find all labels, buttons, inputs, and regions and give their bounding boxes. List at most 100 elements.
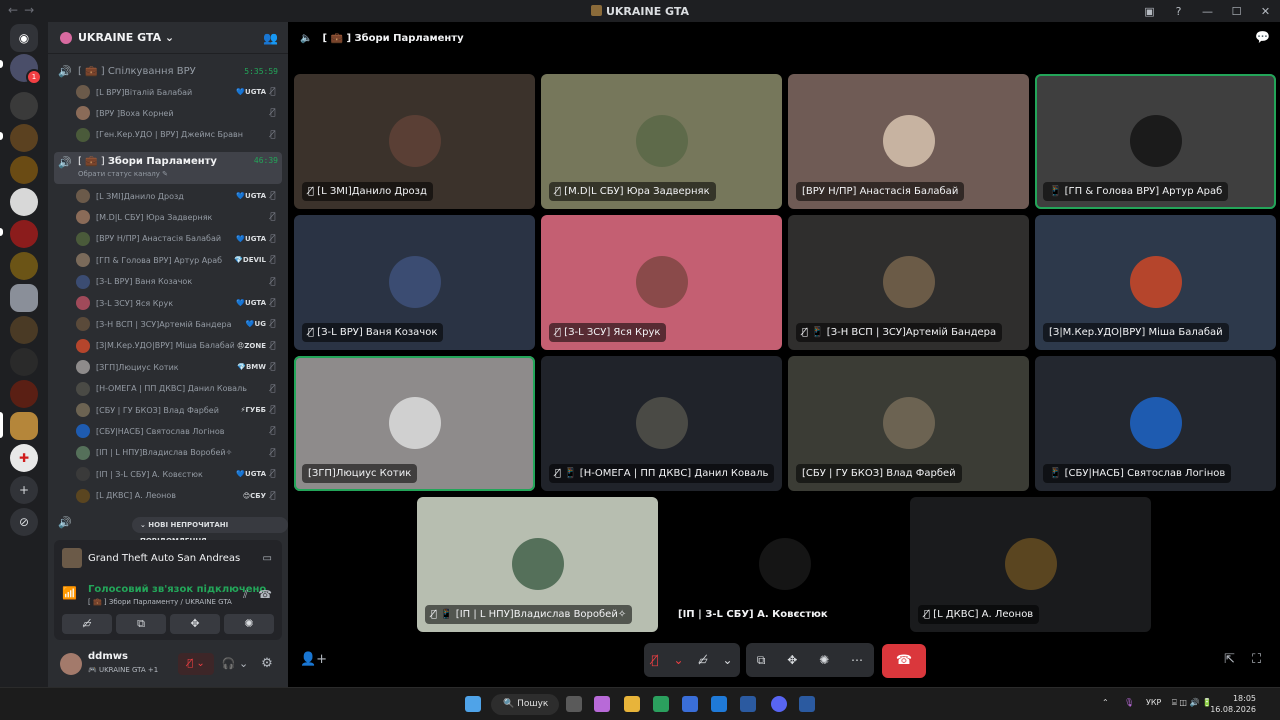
home-discord-icon[interactable]: ◉ [10, 24, 38, 52]
voice-channel-spilkuvannya[interactable]: 🔊 [ 💼 ] Спілкування ВРУ 5:35:59 [54, 61, 282, 81]
member-row[interactable]: [З|М.Кер.УДО|ВРУ] Міша Балабай 😠ZONE 🎙̸ [76, 336, 280, 356]
tray-mic-icon[interactable]: 🎙 [1124, 698, 1134, 707]
chat-bubble-icon[interactable]: 💬 [1255, 30, 1270, 44]
fullscreen-icon[interactable]: ⛶ [1252, 652, 1261, 667]
inbox-icon[interactable]: ▣ [1135, 5, 1164, 18]
server-icon[interactable] [10, 156, 38, 184]
participant-tile[interactable]: 🎙̸ [M.D|L СБУ] Юра Задверняк [541, 74, 782, 209]
member-row[interactable]: [ЗГП]Люциус Котик 💎BMW 🎙̸ [76, 357, 280, 377]
member-row[interactable]: [З-Н ВСП | ЗСУ]Артемій Бандера 💙UG 🎙̸ [76, 314, 280, 334]
discord-taskbar-icon[interactable] [771, 696, 787, 712]
server-icon[interactable] [10, 316, 38, 344]
member-row[interactable]: [ІП | L НПУ]Владислав Воробей✧ 🎙̸ [76, 443, 280, 463]
participant-tile[interactable]: 🎙̸ [L ЗМІ]Данило Дрозд [294, 74, 535, 209]
invite-user-icon[interactable]: 👤+ [300, 652, 327, 667]
user-name[interactable]: ddmws [88, 651, 128, 662]
server-icon[interactable] [10, 188, 38, 216]
close-button[interactable]: ✕ [1251, 5, 1280, 18]
tray-clock[interactable]: 18:05 16.08.2026 [1210, 693, 1256, 715]
participant-tile[interactable]: 🎙̸ 📱 [ІП | L НПУ]Владислав Воробей✧ [417, 497, 658, 632]
windows-start-icon[interactable] [465, 696, 481, 712]
taskbar-search[interactable]: 🔍 Пошук [491, 694, 559, 715]
help-icon[interactable]: ? [1164, 5, 1193, 18]
member-row[interactable]: [Н-ОМЕГА | ПП ДКВС] Данил Коваль 🎙̸ [76, 379, 280, 399]
server-icon[interactable]: ✚ [10, 444, 38, 472]
participant-tile[interactable]: [СБУ | ГУ БКОЗ] Влад Фарбей [788, 356, 1029, 491]
participant-tile[interactable]: 🎙̸ [З-L ЗСУ] Яся Крук [541, 215, 782, 350]
camera-off-button[interactable]: ▱̸ [62, 614, 112, 634]
member-row[interactable]: [ВРУ Н/ПР] Анастасія Балабай 💙UGTA 🎙̸ [76, 229, 280, 249]
popout-icon[interactable]: ⇱ [1224, 652, 1235, 667]
member-row[interactable]: [ВРУ ]Воха Корней 🎙̸ [76, 103, 280, 123]
settings-gear-icon[interactable]: ⚙ [256, 653, 278, 675]
participant-tile[interactable]: [З|М.Кер.УДО|ВРУ] Міша Балабай [1035, 215, 1276, 350]
participant-tile[interactable]: 📱 [ГП & Голова ВРУ] Артур Араб [1035, 74, 1276, 209]
app-icon[interactable] [799, 696, 815, 712]
maximize-button[interactable]: ☐ [1222, 5, 1251, 18]
copilot-icon[interactable] [594, 696, 610, 712]
voice-channel-zbory[interactable]: 🔊 [ 💼 ] Збори Парламенту 46:39 Обрати ст… [54, 152, 282, 184]
discover-compass-icon[interactable]: ⊘ [10, 508, 38, 536]
signal-icon[interactable]: 📶 [62, 586, 77, 600]
member-row[interactable]: [З-L ЗСУ] Яся Крук 💙UGTA 🎙̸ [76, 293, 280, 313]
member-row[interactable]: [L ВРУ]Віталій Балабай 💙UGTA 🎙̸ [76, 82, 280, 102]
voice-status[interactable]: Голосовий зв'язок підключено [88, 584, 266, 595]
headphones-button[interactable]: 🎧 ⌄ [220, 653, 250, 675]
noise-suppression-icon[interactable]: ⫽ [243, 588, 248, 602]
mic-muted-button[interactable]: 🎙̸ ⌄ [178, 653, 214, 675]
edge-icon[interactable] [653, 696, 669, 712]
activities-icon[interactable]: ✥ [787, 653, 797, 667]
guild-name[interactable]: UKRAINE GTA ⌄ [78, 31, 174, 44]
soundboard-icon[interactable]: ✺ [819, 653, 829, 667]
member-row[interactable]: [ГП & Голова ВРУ] Артур Араб 💎DEVIL 🎙̸ [76, 250, 280, 270]
more-options-icon[interactable]: ⋯ [851, 653, 863, 667]
member-row[interactable]: [З-L ВРУ] Ваня Козачок 🎙̸ [76, 272, 280, 292]
camera-toggle-button[interactable]: ▱̸ [698, 653, 707, 667]
member-row[interactable]: [ІП | З-L СБУ] А. Ковєстюк 💙UGTA 🎙̸ [76, 464, 280, 484]
member-row[interactable]: [M.D|L СБУ] Юра Задверняк 🎙̸ [76, 207, 280, 227]
activity-share-icon[interactable]: ▭ [263, 553, 272, 564]
server-icon[interactable] [10, 284, 38, 312]
participant-tile[interactable]: 🎙̸ 📱 [З-Н ВСП | ЗСУ]Артемій Бандера [788, 215, 1029, 350]
member-row[interactable]: [L ДКВС] А. Леонов 😊СБУ 🎙̸ [76, 486, 280, 506]
participant-tile[interactable]: [ЗГП]Люциус Котик [294, 356, 535, 491]
participant-tile[interactable]: 🎙̸ 📱 [Н-ОМЕГА | ПП ДКВС] Данил Коваль [541, 356, 782, 491]
invite-icon[interactable]: 👥 [263, 31, 278, 45]
server-icon[interactable] [10, 220, 38, 248]
channel-status-hint[interactable]: Обрати статус каналу ✎ [78, 170, 168, 178]
member-row[interactable]: [СБУ|НАСБ] Святослав Логінов 🎙̸ [76, 421, 280, 441]
task-view-icon[interactable] [566, 696, 582, 712]
leave-call-button[interactable]: ☎ [882, 644, 926, 678]
member-row[interactable]: [Ген.Кер.УДО | ВРУ] Джеймс Бравн 🎙̸ [76, 125, 280, 145]
app-icon[interactable] [740, 696, 756, 712]
tray-network-icon[interactable]: ⌸ ◫ 🔊 🔋 [1172, 698, 1212, 708]
mic-toggle-button[interactable]: 🎙̸ [651, 653, 658, 667]
store-icon[interactable] [682, 696, 698, 712]
participant-tile[interactable]: [ВРУ Н/ПР] Анастасія Балабай [788, 74, 1029, 209]
participant-tile[interactable]: 🎙̸ [L ДКВС] А. Леонов [910, 497, 1151, 632]
guild-header[interactable]: UKRAINE GTA ⌄ 👥 [48, 22, 288, 54]
disconnect-icon[interactable]: ☎ [258, 588, 272, 601]
unread-messages-banner[interactable]: ⌄ НОВІ НЕПРОЧИТАНІ ПОВІДОМЛЕННЯ [132, 517, 288, 545]
participant-tile[interactable]: 🎙̸ [З-L ВРУ] Ваня Козачок [294, 215, 535, 350]
server-icon[interactable] [10, 348, 38, 376]
user-avatar[interactable] [60, 653, 82, 675]
tray-expand-icon[interactable]: ⌃ [1102, 698, 1109, 707]
add-server-icon[interactable]: + [10, 476, 38, 504]
soundboard-button[interactable]: ✺ [224, 614, 274, 634]
participant-tile[interactable]: [ІП | З-L СБУ] А. Ковєстюк [664, 497, 905, 632]
server-icon[interactable] [10, 252, 38, 280]
participant-tile[interactable]: 📱 [СБУ|НАСБ] Святослав Логінов [1035, 356, 1276, 491]
share-screen-button[interactable]: ⧉ [116, 614, 166, 634]
server-icon[interactable] [10, 92, 38, 120]
camera-options-chevron[interactable]: ⌄ [723, 653, 733, 667]
file-explorer-icon[interactable] [624, 696, 640, 712]
share-screen-icon[interactable]: ⧉ [757, 653, 766, 668]
mail-icon[interactable] [711, 696, 727, 712]
mic-options-chevron[interactable]: ⌄ [673, 653, 683, 667]
member-row[interactable]: [СБУ | ГУ БКОЗ] Влад Фарбей ⚡ГУББ 🎙̸ [76, 400, 280, 420]
minimize-button[interactable]: — [1193, 5, 1222, 18]
activities-button[interactable]: ✥ [170, 614, 220, 634]
server-icon[interactable] [10, 380, 38, 408]
server-icon[interactable] [10, 124, 38, 152]
